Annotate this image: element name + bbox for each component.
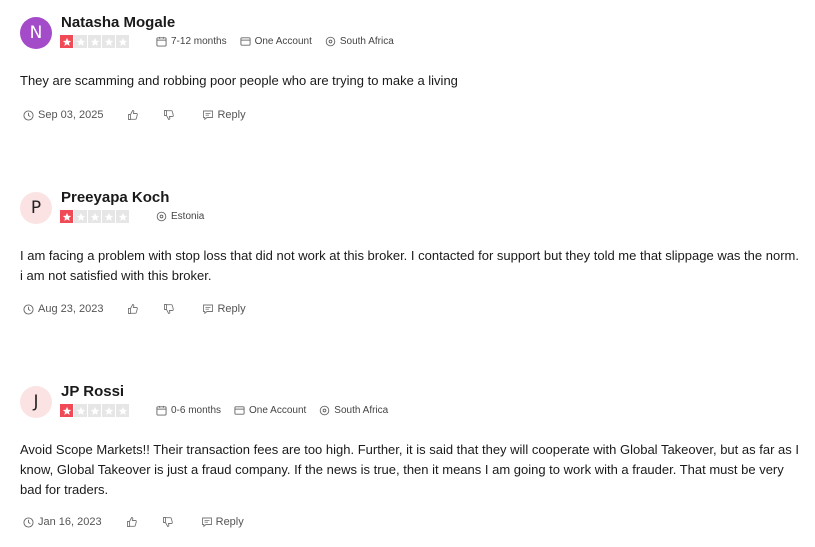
- account-label: One Account: [249, 405, 307, 416]
- duration-meta: 0-6 months: [156, 404, 221, 417]
- review-footer: Sep 03, 2025 Reply: [23, 109, 246, 121]
- thumbs-up-icon: [128, 304, 139, 314]
- clock-icon: [23, 516, 34, 528]
- reviewer-name: Natasha Mogale: [61, 14, 176, 31]
- star-icon: [116, 404, 129, 417]
- star-rating: [60, 35, 129, 48]
- calendar-icon: [156, 36, 167, 47]
- duration-label: 0-6 months: [171, 405, 222, 416]
- review-meta: 0-6 months One Account South Africa: [156, 404, 401, 417]
- reviewer-name: Preeyapa Koch: [61, 189, 170, 206]
- star-icon: [74, 35, 87, 48]
- location-meta: Estonia: [156, 210, 204, 223]
- star-icon: [116, 35, 129, 48]
- star-icon: [102, 404, 115, 417]
- star-icon: [60, 210, 73, 223]
- thumbs-down-icon: [164, 110, 175, 120]
- location-pin-icon: [320, 405, 330, 416]
- avatar: P: [20, 192, 52, 224]
- date-label: Sep 03, 2025: [38, 109, 104, 121]
- duration-label: 7-12 months: [171, 36, 227, 47]
- reply-button[interactable]: Reply: [201, 516, 244, 528]
- star-icon: [60, 404, 73, 417]
- star-rating: [60, 404, 129, 417]
- comment-icon: [201, 517, 212, 528]
- reply-button[interactable]: Reply: [202, 303, 246, 315]
- thumbs-down-icon: [164, 304, 175, 314]
- reply-label: Reply: [217, 109, 246, 121]
- thumbs-up-icon: [126, 517, 137, 527]
- review-date: Jan 16, 2023: [23, 516, 102, 528]
- review-meta: Estonia: [156, 210, 217, 223]
- review-date: Sep 03, 2025: [23, 109, 103, 121]
- review-text: I am facing a problem with stop loss tha…: [20, 248, 799, 283]
- location-pin-icon: [325, 36, 336, 47]
- date-label: Jan 16, 2023: [38, 516, 102, 528]
- review-text: Avoid Scope Markets!! Their transaction …: [20, 442, 799, 497]
- account-label: One Account: [254, 36, 312, 47]
- location-meta: South Africa: [325, 35, 394, 48]
- thumbs-down-icon: [162, 517, 173, 527]
- star-rating: [60, 210, 129, 223]
- review-text: They are scamming and robbing poor peopl…: [20, 73, 458, 88]
- avatar: N: [20, 17, 52, 49]
- reviewer-name: JP Rossi: [61, 383, 125, 400]
- reply-label: Reply: [217, 303, 246, 315]
- dislike-button[interactable]: [163, 303, 175, 315]
- like-button[interactable]: [126, 516, 138, 528]
- star-icon: [88, 210, 101, 223]
- star-icon: [88, 35, 101, 48]
- comment-icon: [203, 304, 214, 315]
- account-meta: One Account: [234, 404, 306, 417]
- review-footer: Jan 16, 2023 Reply: [23, 516, 244, 528]
- account-meta: One Account: [240, 35, 312, 48]
- clock-icon: [23, 109, 34, 121]
- star-icon: [116, 210, 129, 223]
- dislike-button[interactable]: [163, 109, 175, 121]
- date-label: Aug 23, 2023: [38, 303, 104, 315]
- thumbs-up-icon: [128, 110, 139, 120]
- calendar-icon: [156, 405, 167, 416]
- comment-icon: [203, 110, 214, 121]
- location-label: South Africa: [334, 405, 389, 416]
- location-label: South Africa: [339, 36, 394, 47]
- review-footer: Aug 23, 2023 Reply: [23, 303, 246, 315]
- star-icon: [74, 404, 87, 417]
- reply-button[interactable]: Reply: [202, 109, 246, 121]
- star-icon: [102, 210, 115, 223]
- avatar: J: [20, 386, 52, 418]
- like-button[interactable]: [127, 109, 139, 121]
- star-icon: [60, 35, 73, 48]
- reply-label: Reply: [215, 516, 244, 528]
- review-date: Aug 23, 2023: [23, 303, 103, 315]
- star-icon: [74, 210, 87, 223]
- account-icon: [240, 37, 251, 46]
- clock-icon: [23, 303, 34, 315]
- star-icon: [88, 404, 101, 417]
- account-icon: [234, 406, 245, 415]
- location-label: Estonia: [171, 211, 205, 222]
- star-icon: [102, 35, 115, 48]
- like-button[interactable]: [127, 303, 139, 315]
- review-meta: 7-12 months One Account South Africa: [156, 35, 407, 48]
- location-meta: South Africa: [319, 404, 388, 417]
- location-pin-icon: [156, 211, 167, 222]
- duration-meta: 7-12 months: [156, 35, 227, 48]
- dislike-button[interactable]: [162, 516, 174, 528]
